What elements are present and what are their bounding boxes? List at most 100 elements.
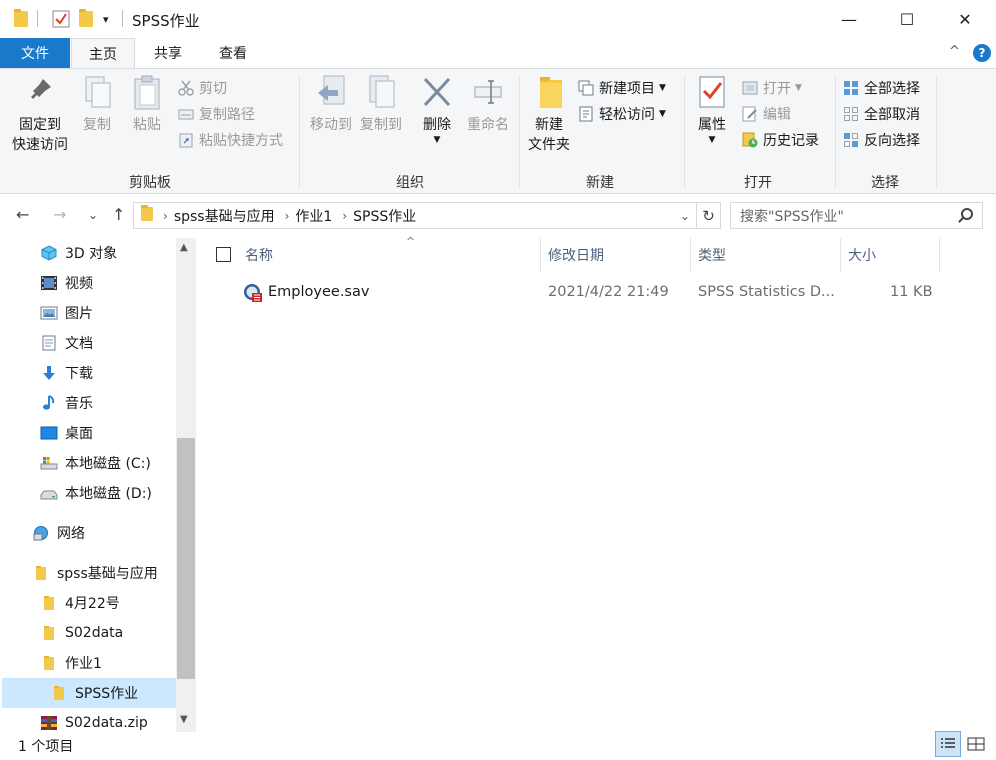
nav-item-s02data[interactable]: S02data <box>40 618 123 648</box>
delete-button[interactable]: 删除 ▼ <box>418 73 456 145</box>
large-icons-view-icon[interactable] <box>963 731 989 757</box>
spss-data-file-icon <box>242 282 264 308</box>
move-to-label: 移动到 <box>310 117 352 133</box>
move-to-button[interactable]: 移动到 <box>304 73 358 135</box>
tab-home[interactable]: 主页 <box>71 38 135 69</box>
nav-item-videos[interactable]: 视频 <box>40 268 93 298</box>
file-size: 11 KB <box>890 284 933 300</box>
file-name[interactable]: Employee.sav <box>268 284 369 300</box>
nav-item-music[interactable]: 音乐 <box>40 388 93 418</box>
folder-icon <box>14 9 28 29</box>
copy-path-button[interactable]: 复制路径 <box>178 103 255 125</box>
window-title: SPSS作业 <box>132 12 200 30</box>
tab-view[interactable]: 查看 <box>203 38 263 68</box>
drive-d-icon <box>40 485 58 501</box>
nav-item-3d-objects[interactable]: 3D 对象 <box>40 238 117 268</box>
copy-icon <box>80 73 114 111</box>
up-arrow-icon[interactable]: ↑ <box>112 205 125 224</box>
tab-file[interactable]: 文件 <box>0 38 70 68</box>
nav-item-assignment1[interactable]: 作业1 <box>40 648 102 678</box>
copy-path-icon <box>178 106 194 122</box>
details-view-icon[interactable] <box>935 731 961 757</box>
address-bar[interactable]: › spss基础与应用 › 作业1 › SPSS作业 ⌄ <box>133 202 697 229</box>
new-folder-button[interactable]: 新建 文件夹 <box>524 73 574 155</box>
breadcrumb-spss-assignment[interactable]: SPSS作业 <box>353 206 416 226</box>
open-dropdown-arrow[interactable]: ▼ <box>795 83 802 93</box>
search-icon[interactable] <box>961 208 973 220</box>
file-row[interactable]: Employee.sav 2021/4/22 21:49 SPSS Statis… <box>204 280 944 308</box>
copy-to-button[interactable]: 复制到 <box>354 73 408 135</box>
new-item-icon <box>578 80 594 96</box>
help-icon[interactable]: ? <box>973 44 991 62</box>
new-folder-label-line1: 新建 <box>535 117 563 133</box>
easy-access-button[interactable]: 轻松访问 ▼ <box>578 103 666 125</box>
pin-to-quick-access-button[interactable]: 固定到 快速访问 <box>8 73 72 155</box>
properties-quick-icon[interactable] <box>52 9 70 29</box>
3d-objects-icon <box>40 245 58 261</box>
paste-shortcut-button[interactable]: 粘贴快捷方式 <box>178 129 283 151</box>
search-box[interactable]: 搜索"SPSS作业" <box>730 202 983 229</box>
column-header-type[interactable]: 类型 <box>690 238 840 272</box>
copy-button[interactable]: 复制 <box>76 73 118 135</box>
open-button[interactable]: 打开 ▼ <box>742 77 802 99</box>
refresh-icon[interactable]: ↻ <box>697 202 721 229</box>
zip-archive-icon <box>40 715 58 731</box>
nav-item-pictures[interactable]: 图片 <box>40 298 93 328</box>
properties-dropdown-arrow[interactable]: ▼ <box>709 135 716 145</box>
invert-selection-button[interactable]: 反向选择 <box>843 129 920 151</box>
nav-item-drive-d[interactable]: 本地磁盘 (D:) <box>40 478 152 508</box>
nav-label: 本地磁盘 (D:) <box>65 486 152 502</box>
tab-share[interactable]: 共享 <box>139 38 197 68</box>
documents-icon <box>40 335 58 351</box>
breadcrumb-separator[interactable]: › <box>285 209 290 223</box>
nav-item-s02data-zip[interactable]: S02data.zip <box>40 708 148 732</box>
nav-item-spss-assignment[interactable]: SPSS作业 <box>2 678 176 708</box>
new-folder-quick-icon[interactable] <box>79 9 93 29</box>
select-all-button[interactable]: 全部选择 <box>843 77 920 99</box>
easy-access-dropdown-arrow[interactable]: ▼ <box>659 109 666 119</box>
minimize-button[interactable]: — <box>820 0 878 38</box>
nav-item-network[interactable]: 网络 <box>32 518 85 548</box>
column-header-modified[interactable]: 修改日期 <box>540 238 690 272</box>
scrollbar-thumb[interactable] <box>177 438 195 679</box>
scroll-up-arrow-icon[interactable]: ▲ <box>180 242 188 253</box>
breadcrumb-spss-basics[interactable]: spss基础与应用 <box>174 206 275 226</box>
scroll-down-arrow-icon[interactable]: ▼ <box>180 714 188 725</box>
column-header-size[interactable]: 大小 <box>840 238 940 272</box>
breadcrumb-separator[interactable]: › <box>163 209 168 223</box>
forward-arrow-icon[interactable]: → <box>53 205 66 224</box>
nav-item-downloads[interactable]: 下载 <box>40 358 93 388</box>
nav-item-april22[interactable]: 4月22号 <box>40 588 120 618</box>
organize-group-label: 组织 <box>396 175 424 191</box>
nav-item-drive-c[interactable]: 本地磁盘 (C:) <box>40 448 151 478</box>
nav-item-documents[interactable]: 文档 <box>40 328 93 358</box>
address-dropdown-chevron-icon[interactable]: ⌄ <box>680 209 690 223</box>
collapse-ribbon-icon[interactable]: ^ <box>949 44 960 59</box>
new-item-button[interactable]: 新建项目 ▼ <box>578 77 666 99</box>
select-none-button[interactable]: 全部取消 <box>843 103 920 125</box>
column-header-name[interactable]: 名称 ^ <box>238 235 540 272</box>
maximize-button[interactable]: ☐ <box>878 0 936 38</box>
properties-button[interactable]: 属性 ▼ <box>690 73 734 145</box>
breadcrumb-assignment1[interactable]: 作业1 <box>295 206 332 226</box>
paste-button[interactable]: 粘贴 <box>126 73 168 135</box>
select-all-checkbox[interactable] <box>216 247 231 262</box>
new-item-dropdown-arrow[interactable]: ▼ <box>659 83 666 93</box>
new-folder-icon <box>532 73 566 111</box>
history-button[interactable]: 历史记录 <box>742 129 819 151</box>
close-button[interactable]: ✕ <box>936 0 994 38</box>
nav-item-spss-basics[interactable]: spss基础与应用 <box>32 558 158 588</box>
delete-dropdown-arrow[interactable]: ▼ <box>434 135 441 145</box>
cut-button[interactable]: 剪切 <box>178 77 227 99</box>
pin-label-line2: 快速访问 <box>12 137 68 153</box>
navigation-pane-scrollbar[interactable]: ▲ ▼ <box>176 238 196 732</box>
breadcrumb-separator[interactable]: › <box>342 209 347 223</box>
cut-label: 剪切 <box>199 81 227 97</box>
rename-button[interactable]: 重命名 <box>462 73 514 135</box>
back-arrow-icon[interactable]: ← <box>16 205 29 224</box>
search-placeholder: 搜索"SPSS作业" <box>740 208 844 225</box>
customize-quick-access-dropdown[interactable]: ▾ <box>103 9 109 29</box>
nav-item-desktop[interactable]: 桌面 <box>40 418 93 448</box>
edit-button[interactable]: 编辑 <box>742 103 791 125</box>
recent-locations-chevron-icon[interactable]: ⌄ <box>88 208 98 222</box>
